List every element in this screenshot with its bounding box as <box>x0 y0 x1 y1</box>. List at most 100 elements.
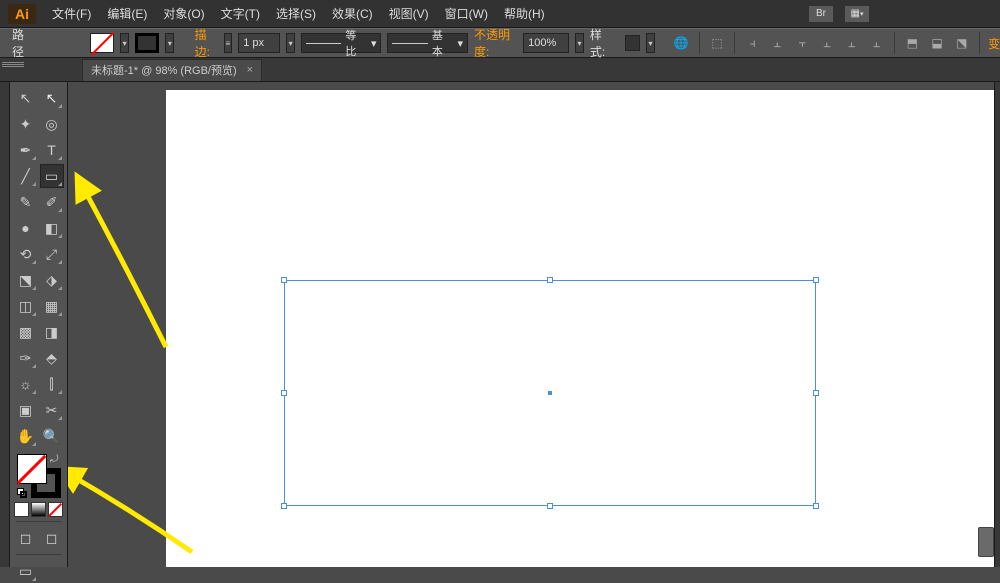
gradient-tool[interactable]: ◨ <box>40 320 64 344</box>
symbol-sprayer-tool[interactable]: ☼ <box>14 372 38 396</box>
width-tool[interactable]: ⬔ <box>14 268 38 292</box>
transform-label[interactable]: 变 <box>988 35 1000 52</box>
app-logo: Ai <box>8 4 36 24</box>
selected-rectangle[interactable] <box>284 280 816 506</box>
eyedropper-tool[interactable]: ✑ <box>14 346 38 370</box>
opacity-input[interactable] <box>523 33 569 53</box>
resize-handle-ne[interactable] <box>813 277 819 283</box>
rotate-tool[interactable]: ⟲ <box>14 242 38 266</box>
resize-handle-e[interactable] <box>813 390 819 396</box>
align-top-icon[interactable]: ⫠ <box>818 32 837 54</box>
stroke-swatch[interactable] <box>135 33 159 53</box>
type-tool[interactable]: T <box>40 138 64 162</box>
style-label: 样式: <box>590 26 613 60</box>
fill-stroke-indicator[interactable]: ⤾ <box>17 454 61 498</box>
menu-file[interactable]: 文件(F) <box>46 1 97 26</box>
hand-tool[interactable]: ✋ <box>14 424 38 448</box>
recolor-artwork-icon[interactable]: 🌐 <box>672 32 691 54</box>
control-bar: 路径 ▾ ▾ 描边: ≡ ▾ 等比▾ 基本▾ 不透明度: ▾ 样式: ▾ 🌐 ⬚… <box>0 28 1000 58</box>
align-right-icon[interactable]: ⫟ <box>793 32 812 54</box>
line-segment-tool[interactable]: ╱ <box>14 164 38 188</box>
free-transform-tool[interactable]: ⬗ <box>40 268 64 292</box>
blob-brush-tool[interactable]: ● <box>14 216 38 240</box>
lasso-tool[interactable]: ◎ <box>40 112 64 136</box>
main-workspace: ↖ ↖ ✦ ◎ ✒ T ╱ ▭ ✎ ✐ ● ◧ ⟲ ⤢ ⬔ ⬗ <box>0 82 1000 567</box>
distribute-right-icon[interactable]: ⬔ <box>952 32 971 54</box>
opacity-dropdown[interactable]: ▾ <box>575 33 584 53</box>
menu-view[interactable]: 视图(V) <box>383 1 435 26</box>
graphic-style-swatch[interactable] <box>625 35 640 51</box>
menu-type[interactable]: 文字(T) <box>215 1 266 26</box>
slice-tool[interactable]: ✂ <box>40 398 64 422</box>
fill-color-box[interactable] <box>17 454 47 484</box>
menu-effect[interactable]: 效果(C) <box>326 1 379 26</box>
stroke-width-dropdown[interactable]: ▾ <box>286 33 295 53</box>
align-bottom-icon[interactable]: ⫠ <box>867 32 886 54</box>
stroke-panel-label[interactable]: 描边: <box>195 26 218 60</box>
direct-selection-tool[interactable]: ↖ <box>40 86 64 110</box>
scale-tool[interactable]: ⤢ <box>40 242 64 266</box>
fill-swatch[interactable] <box>90 33 114 53</box>
toolbox: ↖ ↖ ✦ ◎ ✒ T ╱ ▭ ✎ ✐ ● ◧ ⟲ ⤢ ⬔ ⬗ <box>10 82 68 567</box>
opacity-label[interactable]: 不透明度: <box>474 26 517 60</box>
paintbrush-tool[interactable]: ✎ <box>14 190 38 214</box>
resize-handle-n[interactable] <box>547 277 553 283</box>
screen-mode[interactable]: ▭ <box>14 559 38 583</box>
zoom-tool[interactable]: 🔍 <box>40 424 64 448</box>
magic-wand-tool[interactable]: ✦ <box>14 112 38 136</box>
menu-select[interactable]: 选择(S) <box>270 1 322 26</box>
artboard-tool[interactable]: ▣ <box>14 398 38 422</box>
resize-handle-s[interactable] <box>547 503 553 509</box>
distribute-center-icon[interactable]: ⬓ <box>928 32 947 54</box>
canvas-area[interactable] <box>68 82 994 567</box>
menubar: Ai 文件(F) 编辑(E) 对象(O) 文字(T) 选择(S) 效果(C) 视… <box>0 0 1000 28</box>
document-tab-title: 未标题-1* @ 98% (RGB/预览) <box>91 62 237 78</box>
vertical-scrollbar[interactable] <box>978 527 994 557</box>
resize-handle-w[interactable] <box>281 390 287 396</box>
brush-definition[interactable]: 基本▾ <box>387 33 468 53</box>
selection-center-point <box>548 391 552 395</box>
color-mode-none[interactable] <box>48 502 63 517</box>
perspective-grid-tool[interactable]: ▦ <box>40 294 64 318</box>
shape-builder-tool[interactable]: ◫ <box>14 294 38 318</box>
mesh-tool[interactable]: ▩ <box>14 320 38 344</box>
align-panel-icon[interactable]: ⬚ <box>708 32 727 54</box>
resize-handle-nw[interactable] <box>281 277 287 283</box>
document-tab-bar: 未标题-1* @ 98% (RGB/预览) × <box>0 58 1000 82</box>
pen-tool[interactable]: ✒ <box>14 138 38 162</box>
document-tab[interactable]: 未标题-1* @ 98% (RGB/预览) × <box>82 59 262 81</box>
draw-normal-mode[interactable]: ◻ <box>14 526 38 550</box>
resize-handle-sw[interactable] <box>281 503 287 509</box>
variable-width-profile[interactable]: 等比▾ <box>301 33 382 53</box>
left-panel-stub[interactable] <box>0 82 10 567</box>
stroke-dropdown[interactable]: ▾ <box>165 33 174 53</box>
selection-tool[interactable]: ↖ <box>14 86 38 110</box>
fill-dropdown[interactable]: ▾ <box>120 33 129 53</box>
right-panel-stub[interactable] <box>994 82 1000 567</box>
eraser-tool[interactable]: ◧ <box>40 216 64 240</box>
bridge-button[interactable]: Br <box>808 5 834 23</box>
menu-edit[interactable]: 编辑(E) <box>101 1 153 26</box>
stroke-width-input[interactable] <box>238 33 280 53</box>
resize-handle-se[interactable] <box>813 503 819 509</box>
column-graph-tool[interactable]: ⫿ <box>40 372 64 396</box>
stroke-width-stepper[interactable]: ≡ <box>224 33 233 53</box>
align-vcenter-icon[interactable]: ⫠ <box>842 32 861 54</box>
blend-tool[interactable]: ⬘ <box>40 346 64 370</box>
swap-fill-stroke-icon[interactable]: ⤾ <box>50 454 58 465</box>
color-mode-gradient[interactable] <box>31 502 46 517</box>
draw-behind-mode[interactable]: ◻ <box>40 526 64 550</box>
style-dropdown[interactable]: ▾ <box>646 33 655 53</box>
rectangle-tool[interactable]: ▭ <box>40 164 64 188</box>
close-tab-icon[interactable]: × <box>247 64 253 76</box>
menu-window[interactable]: 窗口(W) <box>439 1 494 26</box>
color-mode-solid[interactable] <box>14 502 29 517</box>
menu-object[interactable]: 对象(O) <box>157 1 210 26</box>
menu-help[interactable]: 帮助(H) <box>498 1 551 26</box>
distribute-left-icon[interactable]: ⬒ <box>903 32 922 54</box>
default-fill-stroke-icon[interactable] <box>17 488 27 498</box>
align-hcenter-icon[interactable]: ⫠ <box>768 32 787 54</box>
pencil-tool[interactable]: ✐ <box>40 190 64 214</box>
arrange-documents-button[interactable]: ▦▾ <box>844 5 870 23</box>
align-left-icon[interactable]: ⫞ <box>743 32 762 54</box>
